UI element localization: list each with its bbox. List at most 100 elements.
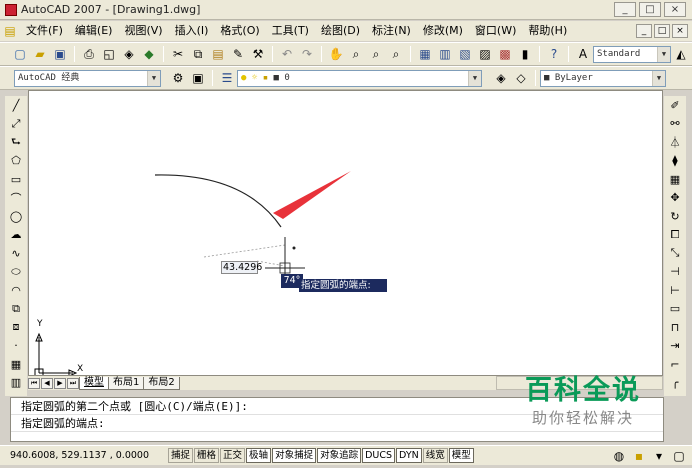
text-style-dropdown[interactable]: Standard ▼ [593,45,671,63]
close-button[interactable]: × [664,2,686,17]
menu-tools[interactable]: 工具(T) [266,21,315,41]
hatch-icon[interactable]: ▦ [7,355,25,373]
next-tab-button[interactable]: ▶ [54,377,66,389]
offset-icon[interactable]: ⧫ [666,152,684,170]
copy-object-icon[interactable]: ⚯ [666,115,684,133]
layer-dropdown[interactable]: ● ☼ ▪ ■ 0 ▼ [237,69,482,87]
zoom-previous-icon[interactable]: ⌕ [387,45,405,63]
markup-icon[interactable]: ▩ [496,45,514,63]
last-tab-button[interactable]: ⏭ [67,377,79,389]
fillet-icon[interactable]: ╭ [666,374,684,392]
prev-tab-button[interactable]: ◀ [41,377,53,389]
copy-icon[interactable]: ⧉ [189,45,207,63]
calculator-icon[interactable]: ▮ [516,45,534,63]
help-icon[interactable]: ? [545,45,563,63]
save-workspace-icon[interactable]: ▣ [189,69,207,87]
snap-toggle[interactable]: 捕捉 [168,448,194,463]
mirror-icon[interactable]: ⏃ [666,133,684,151]
layer-manager-icon[interactable]: ☰ [218,69,236,87]
undo-icon[interactable]: ↶ [278,45,296,63]
workspace-settings-icon[interactable]: ⚙ [169,69,187,87]
minimize-button[interactable]: _ [614,2,636,17]
break-at-point-icon[interactable]: ▭ [666,300,684,318]
menu-view[interactable]: 视图(V) [118,21,168,41]
color-dropdown[interactable]: ■ ByLayer ▼ [540,69,666,87]
publish-icon[interactable]: ◈ [120,45,138,63]
grid-toggle[interactable]: 栅格 [194,448,220,463]
model-toggle[interactable]: 模型 [448,448,474,463]
point-icon[interactable]: · [7,337,25,355]
doc-restore-button[interactable]: □ [654,24,670,38]
print-icon[interactable]: ⎙ [80,45,98,63]
polygon-icon[interactable]: ⬠ [7,152,25,170]
paste-icon[interactable]: ▤ [209,45,227,63]
menu-edit[interactable]: 编辑(E) [69,21,119,41]
text-style-icon[interactable]: A [574,45,592,63]
ellipse-icon[interactable]: ⬭ [7,263,25,281]
line-icon[interactable]: ╱ [7,96,25,114]
chamfer-icon[interactable]: ⌐ [666,355,684,373]
osnap-toggle[interactable]: 对象捕捉 [272,448,317,463]
menu-help[interactable]: 帮助(H) [522,21,573,41]
menu-file[interactable]: 文件(F) [20,21,69,41]
menu-dimension[interactable]: 标注(N) [366,21,417,41]
menu-window[interactable]: 窗口(W) [469,21,522,41]
dyn-toggle[interactable]: DYN [396,448,422,463]
stretch-icon[interactable]: ⤡ [666,244,684,262]
cut-icon[interactable]: ✂ [169,45,187,63]
menu-draw[interactable]: 绘图(D) [315,21,366,41]
revision-cloud-icon[interactable]: ☁ [7,226,25,244]
tab-layout1[interactable]: 布局1 [108,376,145,390]
pan-icon[interactable]: ✋ [327,45,345,63]
3d-dwf-icon[interactable]: ◆ [140,45,158,63]
trim-icon[interactable]: ⊣ [666,263,684,281]
erase-icon[interactable]: ✐ [666,96,684,114]
lock-toolbar-icon[interactable]: ▪ [630,447,648,465]
polar-toggle[interactable]: 极轴 [246,448,272,463]
match-properties-icon[interactable]: ✎ [229,45,247,63]
design-center-icon[interactable]: ▥ [436,45,454,63]
doc-minimize-button[interactable]: _ [636,24,652,38]
properties-icon[interactable]: ▦ [416,45,434,63]
first-tab-button[interactable]: ⏮ [28,377,40,389]
clean-screen-icon[interactable]: ▢ [670,447,688,465]
status-menu-icon[interactable]: ▾ [650,447,668,465]
construction-line-icon[interactable]: ⤢ [7,115,25,133]
save-icon[interactable]: ▣ [51,45,69,63]
menu-format[interactable]: 格式(O) [214,21,265,41]
gradient-icon[interactable]: ▥ [7,374,25,392]
ortho-toggle[interactable]: 正交 [220,448,246,463]
tab-layout2[interactable]: 布局2 [143,376,180,390]
break-icon[interactable]: ⊓ [666,318,684,336]
array-icon[interactable]: ▦ [666,170,684,188]
ellipse-arc-icon[interactable]: ◠ [7,281,25,299]
extend-icon[interactable]: ⊢ [666,281,684,299]
circle-icon[interactable]: ◯ [7,207,25,225]
insert-block-icon[interactable]: ⧉ [7,300,25,318]
lineweight-toggle[interactable]: 线宽 [422,448,448,463]
dynamic-input-field[interactable]: 43.4296 [221,261,262,274]
layer-previous-icon[interactable]: ◇ [512,69,530,87]
polyline-icon[interactable]: ⮑ [7,133,25,151]
drawing-canvas[interactable]: 43.4296 74° 指定圆弧的端点: Y X [28,90,663,376]
plot-preview-icon[interactable]: ◱ [100,45,118,63]
zoom-realtime-icon[interactable]: ⌕ [347,45,365,63]
scale-icon[interactable]: ⧠ [666,226,684,244]
menu-insert[interactable]: 插入(I) [169,21,215,41]
move-icon[interactable]: ✥ [666,189,684,207]
ducs-toggle[interactable]: DUCS [362,448,396,463]
make-object-layer-current-icon[interactable]: ◈ [492,69,510,87]
spline-icon[interactable]: ∿ [7,244,25,262]
new-file-icon[interactable]: ▢ [11,45,29,63]
maximize-button[interactable]: □ [639,2,661,17]
join-icon[interactable]: ⇥ [666,337,684,355]
open-folder-icon[interactable]: ▰ [31,45,49,63]
zoom-window-icon[interactable]: ⌕ [367,45,385,63]
tool-palettes-icon[interactable]: ▧ [456,45,474,63]
tab-model[interactable]: 模型 [79,376,109,390]
arc-icon[interactable]: ⌒ [7,189,25,207]
redo-icon[interactable]: ↷ [298,45,316,63]
workspace-dropdown[interactable]: AutoCAD 经典 ▼ [14,69,161,87]
otrack-toggle[interactable]: 对象追踪 [317,448,362,463]
doc-close-button[interactable]: × [672,24,688,38]
